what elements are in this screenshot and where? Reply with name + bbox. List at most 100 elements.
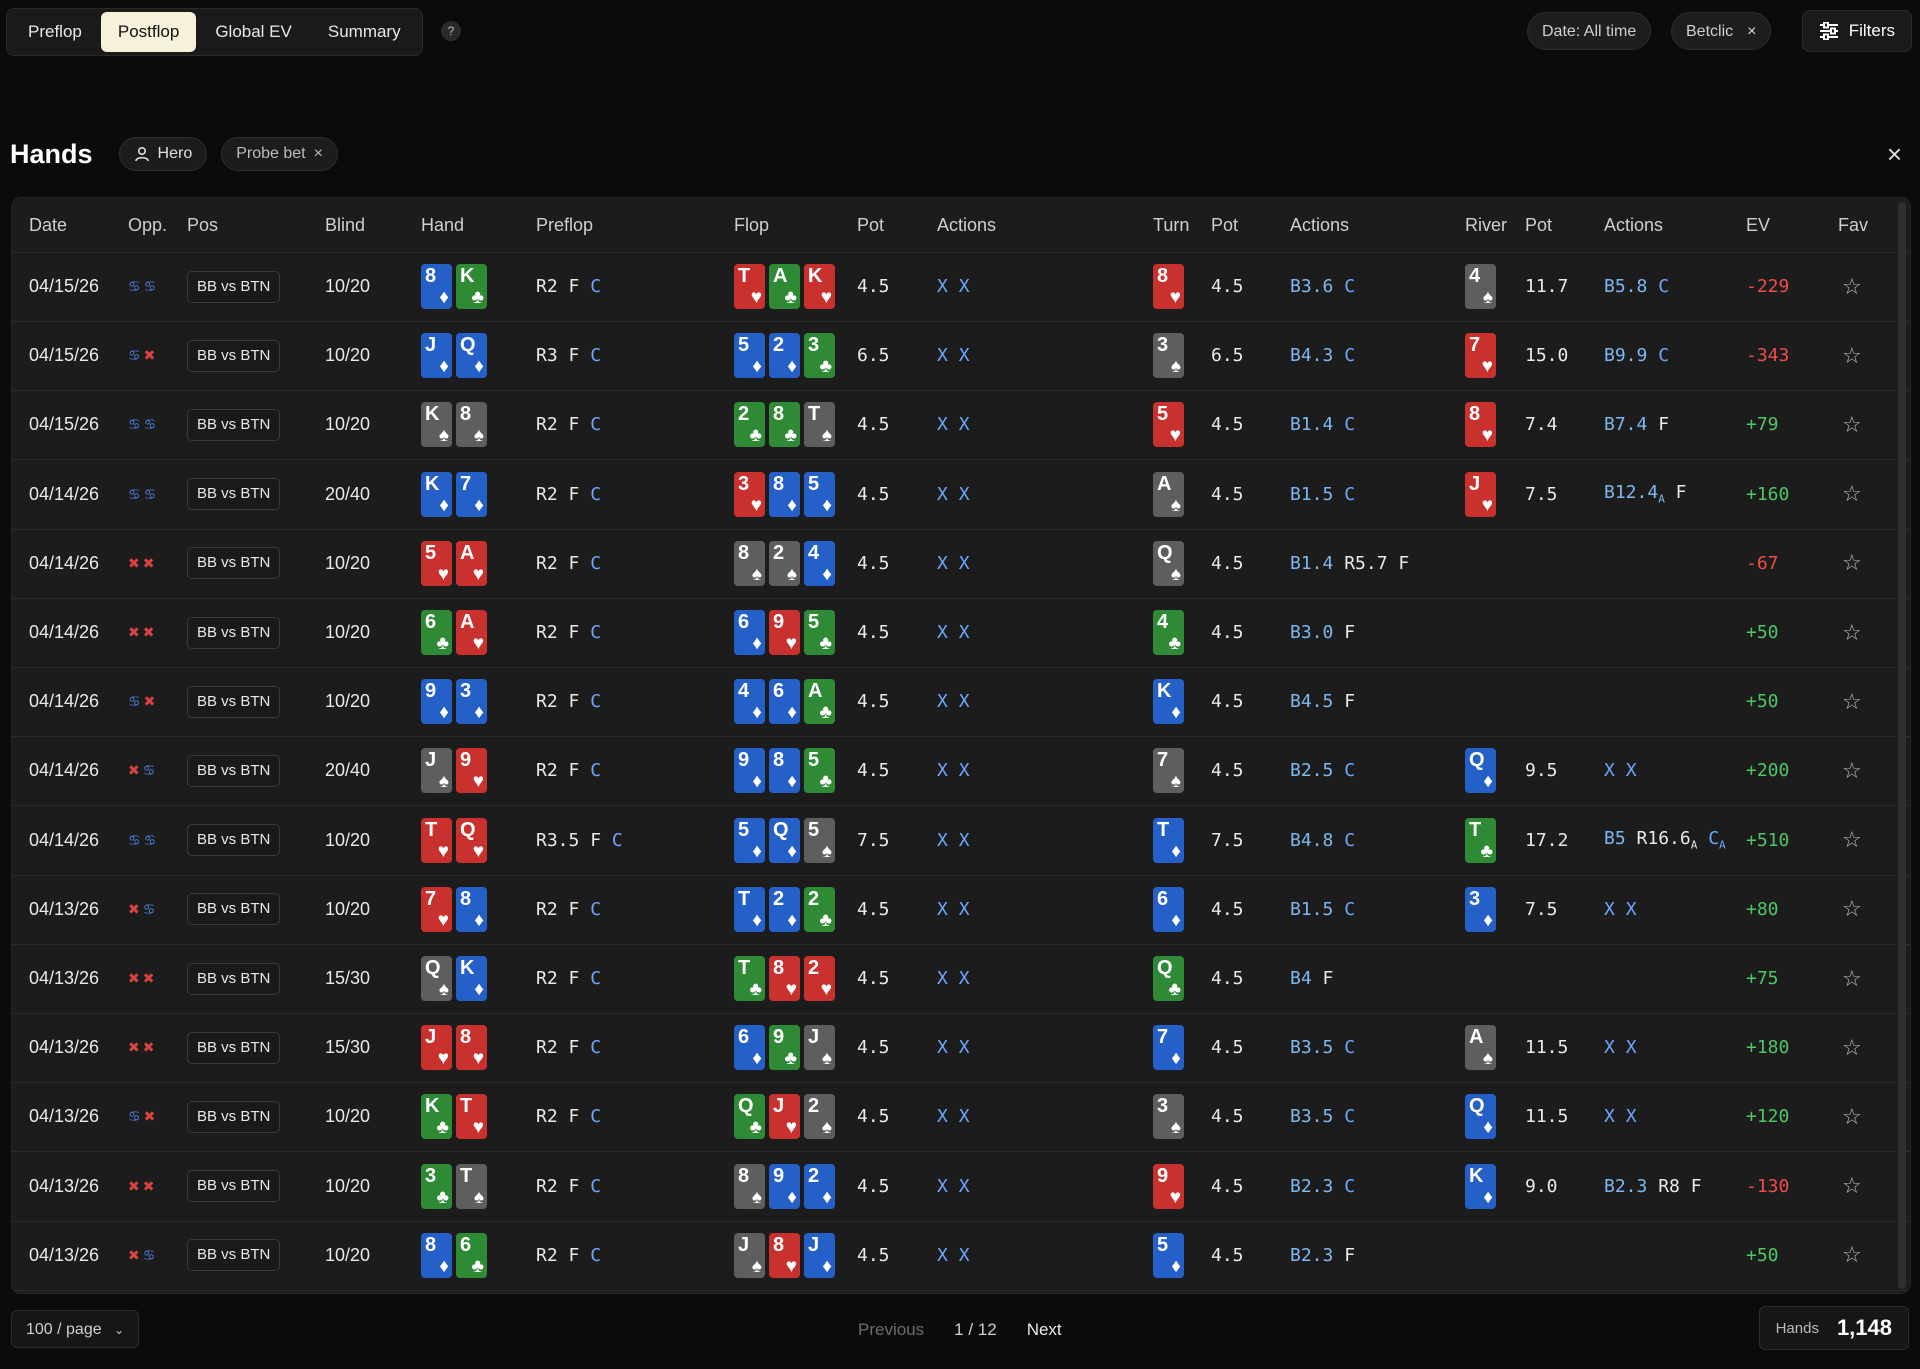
river-actions: B9.9 C [1604, 345, 1670, 367]
star-icon[interactable]: ☆ [1842, 736, 1862, 805]
hand-cards: 3 ♣ T ♠ [421, 1152, 491, 1221]
playing-card: T ♥ [456, 1094, 487, 1140]
per-page-select[interactable]: 100 / page ⌄ [11, 1310, 140, 1348]
filters-button[interactable]: Filters [1801, 10, 1912, 52]
help-icon[interactable]: ? [441, 21, 461, 41]
card-rank: 9 [738, 749, 750, 772]
star-icon[interactable]: ☆ [1842, 390, 1862, 459]
tab-postflop[interactable]: Postflop [100, 12, 197, 52]
card-rank: 3 [738, 472, 750, 495]
playing-card: J ♦ [804, 1232, 835, 1278]
turn-pot: 4.5 [1211, 691, 1244, 713]
hands-count-value: 1,148 [1836, 1315, 1892, 1340]
position-badge: BB vs BTN [187, 806, 281, 875]
star-icon[interactable]: ☆ [1842, 460, 1862, 529]
player-chip[interactable]: Hero [118, 137, 208, 171]
star-icon[interactable]: ☆ [1842, 1152, 1862, 1221]
card-rank: 8 [1469, 403, 1481, 426]
star-icon[interactable]: ☆ [1842, 806, 1862, 875]
card-rank: K [808, 265, 823, 287]
card-rank: 5 [808, 611, 820, 633]
flop-cards: 3 ♥ 8 ♦ 5 ♦ [734, 460, 839, 529]
card-rank: 2 [808, 1164, 820, 1187]
opponent-reg-icon: ✖ [142, 970, 158, 986]
close-icon[interactable]: × [314, 137, 323, 171]
table-row[interactable]: 04/15/26 ♋✖ BB vs BTN 10/20 J ♦ Q ♦ R3 F C 5 ♦ 2 ♦ 3 ♣… [12, 321, 1910, 392]
card-rank: A [773, 265, 788, 287]
tab-global-ev[interactable]: Global EV [198, 12, 309, 52]
table-row[interactable]: 04/13/26 ✖✖ BB vs BTN 15/30 J ♥ 8 ♥ R2 F C 6 ♦ 9 ♣ J ♠… [12, 1013, 1910, 1084]
opponent-reg-icon: ✖ [142, 554, 158, 571]
playing-card: 2 ♣ [804, 886, 835, 932]
flop-pot: 4.5 [857, 483, 890, 505]
suit-icon: ♠ [1482, 287, 1493, 308]
table-row[interactable]: 04/14/26 ♋✖ BB vs BTN 10/20 9 ♦ 3 ♦ R2 F C 4 ♦ 6 ♦ A ♣… [12, 667, 1910, 738]
flop-pot: 4.5 [857, 1037, 890, 1059]
table-row[interactable]: 04/14/26 ♋♋ BB vs BTN 20/40 K ♦ 7 ♦ R2 F C 3 ♥ 8 ♦ 5 ♦… [12, 460, 1910, 530]
blind-cell: 20/40 [325, 760, 371, 781]
card-rank: T [738, 887, 751, 910]
suit-icon: ♦ [752, 771, 762, 793]
turn-actions: B3.6 C [1290, 276, 1356, 297]
suit-icon: ♥ [750, 494, 762, 516]
position-badge: BB vs BTN [187, 1082, 281, 1151]
star-icon[interactable]: ☆ [1842, 944, 1862, 1013]
chevron-down-icon: ⌄ [114, 1323, 125, 1337]
tab-summary[interactable]: Summary [311, 12, 418, 52]
close-icon[interactable]: × [1747, 23, 1756, 40]
opponent-fish-icon: ♋ [143, 485, 160, 502]
opponent-fish-icon: ♋ [142, 1246, 159, 1263]
suit-icon: ♦ [787, 1186, 797, 1208]
star-icon[interactable]: ☆ [1842, 598, 1862, 667]
star-icon[interactable]: ☆ [1842, 321, 1862, 390]
table-row[interactable]: 04/13/26 ♋✖ BB vs BTN 10/20 K ♣ T ♥ R2 F C Q ♣ J ♥ 2 ♠… [12, 1082, 1910, 1153]
table-row[interactable]: 04/13/26 ✖♋ BB vs BTN 10/20 8 ♦ 6 ♣ R2 F C J ♠ 8 ♥ J ♦… [12, 1221, 1910, 1291]
table-row[interactable]: 04/14/26 ♋♋ BB vs BTN 10/20 T ♥ Q ♥ R3.5 F C 5 ♦ Q ♦… [12, 806, 1910, 876]
card-rank: 3 [1157, 334, 1169, 357]
card-rank: 7 [1469, 334, 1481, 357]
table-row[interactable]: 04/14/26 ✖♋ BB vs BTN 20/40 J ♠ 9 ♥ R2 F C 9 ♦ 8 ♦ 5 ♣… [12, 736, 1910, 807]
date-filter-pill[interactable]: Date: All time [1527, 12, 1652, 50]
playing-card: 7 ♦ [456, 471, 487, 517]
playing-card: K ♣ [421, 1094, 452, 1140]
star-icon[interactable]: ☆ [1842, 1013, 1862, 1082]
scrollbar[interactable] [1898, 202, 1906, 1289]
turn-card: 5 ♥ [1153, 390, 1188, 459]
star-icon[interactable]: ☆ [1842, 667, 1862, 736]
position-badge: BB vs BTN [187, 667, 281, 736]
column-header: Turn [1153, 215, 1190, 235]
table-row[interactable]: 04/14/26 ✖✖ BB vs BTN 10/20 6 ♣ A ♥ R2 F C 6 ♦ 9 ♥ 5 ♣… [12, 598, 1910, 668]
star-icon[interactable]: ☆ [1842, 529, 1862, 598]
column-header: Hand [421, 215, 465, 235]
opponent-reg-icon: ✖ [128, 970, 143, 986]
playing-card: 2 ♦ [769, 333, 800, 379]
star-icon[interactable]: ☆ [1842, 252, 1862, 321]
suit-icon: ♦ [474, 356, 484, 378]
per-page-label: 100 / page [26, 1321, 102, 1338]
ev-cell: -229 [1746, 276, 1790, 297]
previous-button[interactable]: Previous [858, 1310, 924, 1350]
river-card: J ♥ [1465, 460, 1500, 529]
hand-cards: 5 ♥ A ♥ [421, 529, 491, 598]
table-row[interactable]: 04/14/26 ✖✖ BB vs BTN 10/20 5 ♥ A ♥ R2 F C 8 ♠ 2 ♠ 4 ♦… [12, 529, 1910, 599]
turn-actions: B3.5 C [1290, 1106, 1356, 1128]
opponent-fish-icon: ♋ [128, 347, 144, 364]
playing-card: 4 ♦ [804, 540, 835, 586]
tab-preflop[interactable]: Preflop [11, 12, 99, 52]
next-button[interactable]: Next [1027, 1310, 1062, 1350]
suit-icon: ♦ [439, 356, 449, 378]
suit-icon: ♣ [471, 287, 484, 308]
close-icon[interactable]: × [1887, 139, 1902, 170]
date-cell: 04/13/26 [29, 1175, 100, 1196]
table-row[interactable]: 04/13/26 ✖✖ BB vs BTN 10/20 3 ♣ T ♠ R2 F C 8 ♠ 9 ♦ 2 ♦… [12, 1152, 1910, 1222]
table-row[interactable]: 04/15/26 ♋♋ BB vs BTN 10/20 8 ♦ K ♣ R2 F C T ♥ A ♣ K ♥… [12, 252, 1910, 322]
table-row[interactable]: 04/15/26 ♋♋ BB vs BTN 10/20 K ♠ 8 ♠ R2 F C 2 ♣ 8 ♣ T ♠… [12, 390, 1910, 461]
blind-cell: 10/20 [325, 345, 371, 366]
opponent-reg-icon: ✖ [142, 1177, 158, 1194]
table-row[interactable]: 04/13/26 ✖♋ BB vs BTN 10/20 7 ♥ 8 ♦ R2 F C T ♦ 2 ♦ 2 ♣… [12, 875, 1910, 945]
star-icon[interactable]: ☆ [1842, 875, 1862, 944]
star-icon[interactable]: ☆ [1842, 1221, 1862, 1290]
playing-card: T ♠ [456, 1163, 487, 1209]
table-row[interactable]: 04/13/26 ✖✖ BB vs BTN 15/30 Q ♠ K ♦ R2 F C T ♣ 8 ♥ 2 ♥… [12, 944, 1910, 1014]
star-icon[interactable]: ☆ [1842, 1082, 1862, 1151]
